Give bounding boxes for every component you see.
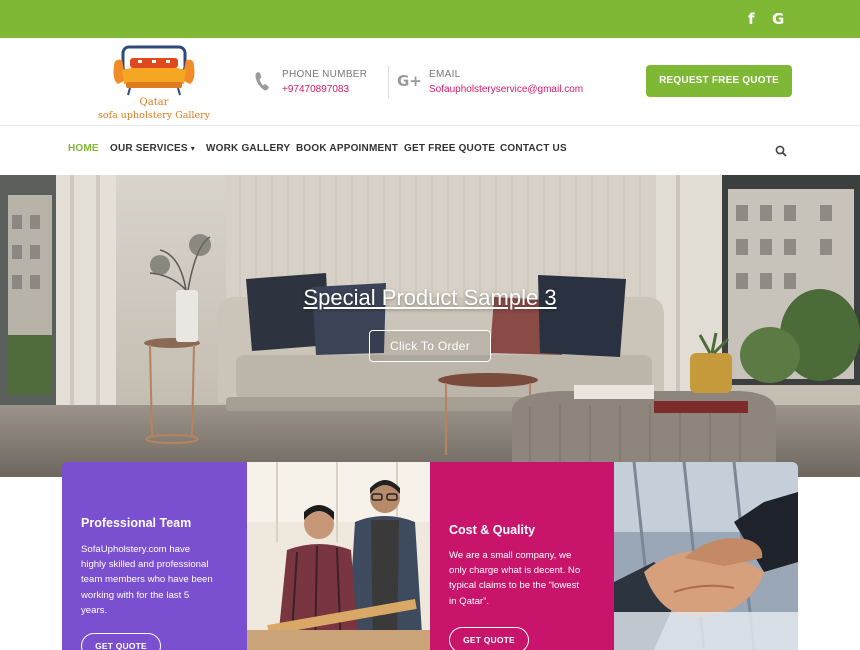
handshake-photo xyxy=(614,462,798,650)
nav-contact-us[interactable]: CONTACT US xyxy=(500,143,567,154)
nav-work-gallery[interactable]: WORK GALLERY xyxy=(206,143,290,154)
phone-label: PHONE NUMBER xyxy=(282,69,368,80)
hero-living-room-image xyxy=(0,175,860,477)
feature-title-cost-quality: Cost & Quality xyxy=(449,523,536,537)
nav-book-appointment[interactable]: BOOK APPOINMENT xyxy=(296,143,398,154)
logo-text-name: sofa upholstery Gallery xyxy=(98,110,210,121)
search-icon[interactable] xyxy=(775,145,787,157)
request-quote-button[interactable]: REQUEST FREE QUOTE xyxy=(646,65,792,97)
nav-our-services[interactable]: OUR SERVICES ▾ xyxy=(110,143,195,154)
site-header: Qatar sofa upholstery Gallery PHONE NUMB… xyxy=(0,38,860,126)
phone-icon xyxy=(255,72,269,91)
sofa-logo-icon xyxy=(113,45,195,96)
nav-our-services-label: OUR SERVICES xyxy=(110,143,188,154)
email-label: EMAIL xyxy=(429,69,461,80)
google-icon[interactable]: G xyxy=(772,9,784,29)
email-address[interactable]: Sofaupholsteryservice@gmail.com xyxy=(429,84,583,95)
carpenters-image xyxy=(247,462,430,650)
facebook-icon[interactable]: f xyxy=(748,9,755,29)
feature-card-cost-quality: Cost & Quality We are a small company, w… xyxy=(430,462,614,650)
logo-text-qatar: Qatar xyxy=(139,97,169,108)
get-quote-button-cost[interactable]: GET QUOTE xyxy=(449,627,529,650)
nav-home[interactable]: HOME xyxy=(68,143,99,154)
chevron-down-icon: ▾ xyxy=(190,144,196,153)
google-plus-icon: G+ xyxy=(397,72,422,90)
site-logo[interactable]: Qatar sofa upholstery Gallery xyxy=(96,44,212,121)
main-nav: HOME OUR SERVICES ▾ WORK GALLERY BOOK APP… xyxy=(0,127,860,175)
nav-get-free-quote[interactable]: GET FREE QUOTE xyxy=(404,143,495,154)
phone-number[interactable]: +97470897083 xyxy=(282,84,349,95)
feature-text-professional-team: SofaUpholstery.com have highly skilled a… xyxy=(81,544,213,616)
carpenters-photo xyxy=(247,462,430,650)
feature-title-professional-team: Professional Team xyxy=(81,516,192,530)
top-bar: f G xyxy=(0,0,860,38)
click-to-order-button[interactable]: Click To Order xyxy=(369,330,491,362)
header-divider xyxy=(388,66,389,98)
hero-slider: Special Product Sample 3 Click To Order xyxy=(0,175,860,477)
feature-card-professional-team: Professional Team SofaUpholstery.com hav… xyxy=(62,462,247,650)
feature-text-cost-quality: We are a small company, we only charge w… xyxy=(449,550,581,607)
get-quote-button-team[interactable]: GET QUOTE xyxy=(81,633,161,650)
handshake-image xyxy=(614,462,798,650)
hero-title[interactable]: Special Product Sample 3 xyxy=(0,285,860,311)
